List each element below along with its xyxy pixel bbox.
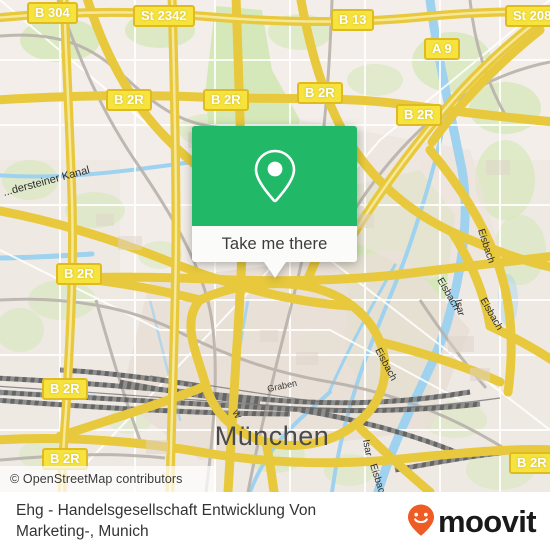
- map-canvas[interactable]: ...dersteiner Kanal Eisbach Eisbach Isar Eis…: [0, 0, 550, 492]
- road-shield-label: St 2342: [141, 8, 187, 23]
- road-shield-label: B 2R: [211, 92, 241, 107]
- road-shield-label: B 2R: [50, 451, 80, 466]
- road-shield: B 2R: [56, 263, 102, 285]
- popup-pointer-tail: [263, 262, 286, 278]
- take-me-there-button[interactable]: Take me there: [192, 226, 357, 262]
- road-shield-label: B 13: [339, 12, 367, 27]
- road-shield: B 2R: [106, 89, 152, 111]
- road-shield: B 13: [331, 9, 375, 31]
- take-me-there-label: Take me there: [221, 234, 328, 253]
- road-shield: B 2R: [42, 378, 88, 400]
- road-shield-label: B 2R: [517, 455, 547, 470]
- road-shield: B 2R: [396, 104, 442, 126]
- road-shield: B 2R: [203, 89, 249, 111]
- moovit-wordmark: moovit: [437, 504, 537, 539]
- road-shield-label: A 9: [432, 41, 452, 56]
- road-shield: B 304: [27, 2, 78, 24]
- footer-bar: Ehg - Handelsgesellschaft Entwicklung Vo…: [0, 492, 550, 550]
- road-shield-label: St 2088: [513, 8, 550, 23]
- attribution-text: © OpenStreetMap contributors: [10, 472, 183, 486]
- road-shield: St 2342: [133, 5, 195, 27]
- moovit-smile-pin-icon: [406, 503, 436, 542]
- screenshot-root: ...dersteiner Kanal Eisbach Eisbach Isar Eis…: [0, 0, 550, 550]
- road-shield: B 2R: [297, 82, 343, 104]
- road-shield: B 2R: [509, 452, 550, 474]
- road-shield-label: B 2R: [50, 381, 80, 396]
- road-shield-label: B 2R: [404, 107, 434, 122]
- place-title: Ehg - Handelsgesellschaft Entwicklung Vo…: [16, 502, 317, 540]
- road-shield-label: B 304: [35, 5, 70, 20]
- road-shield-label: B 2R: [305, 85, 335, 100]
- road-shield-label: B 2R: [64, 266, 94, 281]
- popup-icon-panel: [192, 126, 357, 226]
- map-attribution[interactable]: © OpenStreetMap contributors: [0, 466, 216, 492]
- road-shield: A 9: [424, 38, 460, 60]
- location-popup-card[interactable]: Take me there: [192, 126, 357, 278]
- road-shield: St 2088: [505, 5, 550, 27]
- map-pin-icon: [252, 148, 298, 204]
- moovit-logo[interactable]: moovit: [406, 504, 537, 539]
- road-shield-label: B 2R: [114, 92, 144, 107]
